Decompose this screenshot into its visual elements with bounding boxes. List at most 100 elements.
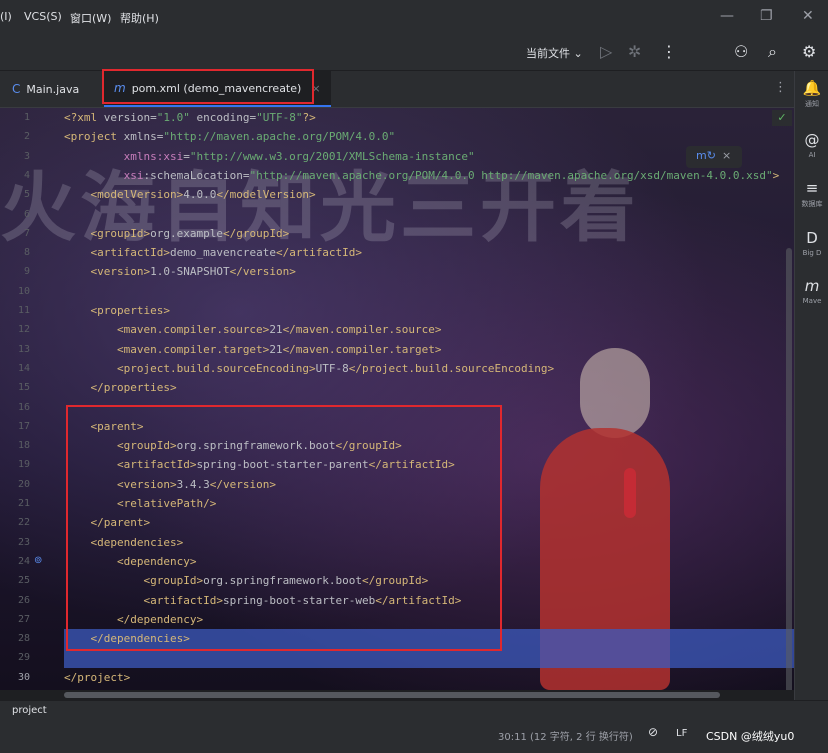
code-line[interactable]: <groupId>org.springframework.boot</group…	[64, 571, 428, 590]
main-toolbar	[0, 36, 828, 71]
line-number[interactable]: 11	[0, 301, 30, 320]
line-number[interactable]: 12	[0, 320, 30, 339]
menu-window[interactable]: 窗口(W)	[70, 10, 111, 26]
code-line[interactable]: </parent>	[64, 513, 151, 532]
line-number[interactable]: 6	[0, 205, 30, 224]
code-line[interactable]: <parent>	[64, 417, 144, 436]
code-line[interactable]: xsi:schemaLocation="http://maven.apache.…	[64, 166, 780, 185]
horizontal-scrollbar[interactable]	[64, 692, 720, 698]
minimize-button[interactable]: —	[720, 8, 734, 24]
maven-icon: m	[114, 81, 126, 95]
line-number[interactable]: 29	[0, 648, 30, 667]
code-line[interactable]: <dependency>	[64, 552, 196, 571]
vertical-scrollbar[interactable]	[786, 248, 792, 690]
line-number[interactable]: 9	[0, 262, 30, 281]
code-line[interactable]: xmlns:xsi="http://www.w3.org/2001/XMLSch…	[64, 147, 475, 166]
panel-label: Mave	[802, 297, 822, 305]
menu-vcs[interactable]: VCS(S)	[24, 10, 62, 23]
line-number[interactable]: 23	[0, 533, 30, 552]
code-line[interactable]: <properties>	[64, 301, 170, 320]
code-editor[interactable]: 火海自知光三开着 1 <?xml version="1.0" encoding="…	[0, 108, 794, 690]
code-line[interactable]: <dependencies>	[64, 533, 184, 552]
line-number[interactable]: 5	[0, 185, 30, 204]
line-number[interactable]: 20	[0, 475, 30, 494]
code-line[interactable]: </properties>	[64, 378, 177, 397]
code-line[interactable]: <version>1.0-SNAPSHOT</version>	[64, 262, 296, 281]
line-number[interactable]: 1	[0, 108, 30, 127]
tab-pom-xml[interactable]: m pom.xml (demo_mavencreate) ×	[104, 71, 331, 107]
line-number[interactable]: 25	[0, 571, 30, 590]
code-line[interactable]: </dependency>	[64, 610, 203, 629]
code-line[interactable]: <artifactId>spring-boot-starter-parent</…	[64, 455, 455, 474]
run-icon[interactable]: ▷	[600, 42, 612, 61]
line-number[interactable]: 26	[0, 591, 30, 610]
code-line[interactable]: <maven.compiler.source>21</maven.compile…	[64, 320, 442, 339]
line-number[interactable]: 27	[0, 610, 30, 629]
inspection-ok-icon[interactable]: ✓	[772, 110, 792, 126]
tab-more-icon[interactable]: ⋮	[774, 80, 787, 95]
run-config-dropdown[interactable]: 当前文件 ⌄	[526, 45, 583, 61]
more-icon[interactable]: ⋮	[661, 42, 677, 61]
maven-panel-button[interactable]: m Mave	[795, 277, 828, 305]
line-number[interactable]: 8	[0, 243, 30, 262]
menu-tools[interactable]: (I)	[0, 10, 12, 23]
breadcrumb[interactable]: project	[12, 705, 47, 716]
line-number[interactable]: 4	[0, 166, 30, 185]
maven-reload-popup[interactable]: m↻ ×	[686, 146, 742, 168]
override-marker-icon[interactable]: ⊚	[34, 555, 42, 566]
line-number[interactable]: 18	[0, 436, 30, 455]
user-icon[interactable]: ⚇	[734, 42, 748, 61]
line-number[interactable]: 15	[0, 378, 30, 397]
code-line[interactable]: </dependencies>	[64, 629, 190, 648]
line-number[interactable]: 7	[0, 224, 30, 243]
code-line[interactable]: </project>	[64, 668, 130, 687]
code-line[interactable]: <relativePath/>	[64, 494, 216, 513]
line-number[interactable]: 2	[0, 127, 30, 146]
close-window-button[interactable]: ✕	[802, 8, 814, 24]
notifications-panel-button[interactable]: 🔔 通知	[795, 79, 828, 109]
line-number[interactable]: 19	[0, 455, 30, 474]
popup-close-icon[interactable]: ×	[722, 149, 731, 162]
line-number[interactable]: 30	[0, 668, 30, 687]
tab-close-icon[interactable]: ×	[311, 82, 320, 95]
ai-panel-button[interactable]: @ AI	[795, 131, 828, 159]
code-line[interactable]: <?xml version="1.0" encoding="UTF-8"?>	[64, 108, 316, 127]
caret-position[interactable]: 30:11 (12 字符, 2 行 换行符)	[498, 728, 633, 743]
settings-icon[interactable]: ⚙	[802, 42, 816, 61]
code-line[interactable]: <project.build.sourceEncoding>UTF-8</pro…	[64, 359, 554, 378]
line-number[interactable]: 21	[0, 494, 30, 513]
debug-icon[interactable]: ✲	[628, 42, 641, 61]
right-tool-window-bar: 🔔 通知 @ AI ≡ 数据库 D Big D m Mave	[794, 71, 828, 719]
line-number[interactable]: 22	[0, 513, 30, 532]
menu-help[interactable]: 帮助(H)	[120, 10, 159, 26]
line-number[interactable]: 28	[0, 629, 30, 648]
panel-label: 通知	[805, 100, 819, 108]
bigdata-panel-button[interactable]: D Big D	[795, 229, 828, 257]
line-number[interactable]: 17	[0, 417, 30, 436]
maven-reload-icon[interactable]: m↻	[696, 149, 716, 162]
line-number[interactable]: 14	[0, 359, 30, 378]
maximize-button[interactable]: ❐	[760, 8, 773, 24]
code-line[interactable]: <artifactId>demo_mavencreate</artifactId…	[64, 243, 363, 262]
code-line[interactable]: <version>3.4.3</version>	[64, 475, 276, 494]
line-number[interactable]: 10	[0, 282, 30, 301]
database-panel-button[interactable]: ≡ 数据库	[795, 179, 828, 209]
line-number[interactable]: 13	[0, 340, 30, 359]
line-ending-selector[interactable]: LF	[676, 728, 687, 739]
read-only-toggle-icon[interactable]: ⊘	[648, 725, 658, 739]
code-line[interactable]: <groupId>org.springframework.boot</group…	[64, 436, 402, 455]
tab-label: Main.java	[26, 82, 80, 96]
tab-label: pom.xml (demo_mavencreate)	[131, 81, 302, 95]
code-line[interactable]: <artifactId>spring-boot-starter-web</art…	[64, 591, 461, 610]
code-line[interactable]: <groupId>org.example</groupId>	[64, 224, 290, 243]
code-line[interactable]: <maven.compiler.target>21</maven.compile…	[64, 340, 442, 359]
code-line[interactable]: <project xmlns="http://maven.apache.org/…	[64, 127, 395, 146]
search-icon[interactable]: ⌕	[768, 42, 777, 62]
tab-main-java[interactable]: C Main.java	[12, 71, 79, 107]
code-line[interactable]: <modelVersion>4.0.0</modelVersion>	[64, 185, 316, 204]
editor-tabs: C Main.java m pom.xml (demo_mavencreate)…	[0, 71, 794, 108]
panel-label: Big D	[802, 249, 822, 257]
line-number[interactable]: 16	[0, 398, 30, 417]
line-number[interactable]: 24	[0, 552, 30, 571]
line-number[interactable]: 3	[0, 147, 30, 166]
